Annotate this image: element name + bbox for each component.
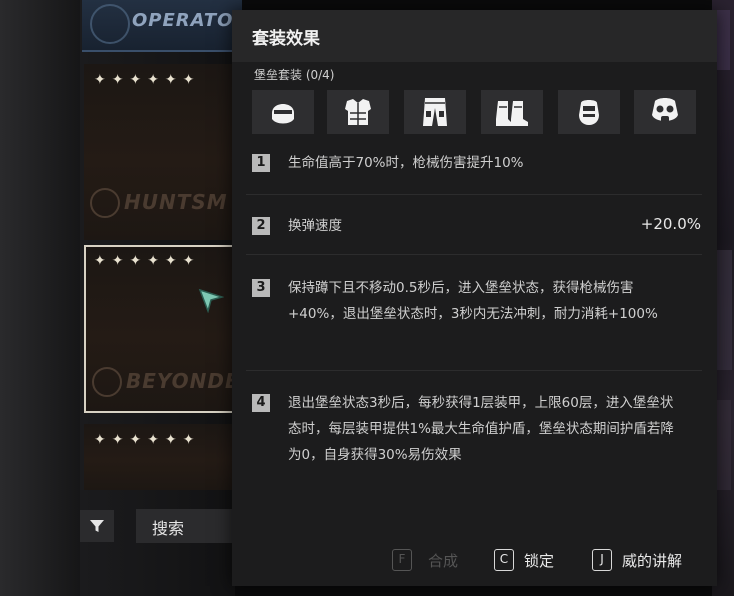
- piece-glove[interactable]: [558, 90, 620, 134]
- piece-helmet[interactable]: [252, 90, 314, 134]
- key-hint-c: C: [494, 549, 514, 571]
- key-hint-j: J: [592, 549, 612, 571]
- piece-gas-mask[interactable]: [634, 90, 696, 134]
- helmet-icon: [272, 104, 294, 124]
- card-watermark-icon: [92, 367, 122, 397]
- card-watermark-text: HUNTSM: [124, 190, 228, 214]
- search-input[interactable]: 搜索: [136, 509, 236, 543]
- operator-card-3[interactable]: ✦✦✦✦✦✦: [84, 424, 236, 490]
- piece-armor-vest[interactable]: [327, 90, 389, 134]
- set-effect-panel: 套装效果 堡垒套装 (0/4) 1 生命值高于70%时，枪械伤害提升10% 2 …: [232, 10, 717, 586]
- glove-icon: [579, 100, 599, 125]
- card-watermark-text: BEYONDE: [126, 369, 236, 393]
- card-watermark-icon: [90, 188, 120, 218]
- effect-number-3: 3: [252, 279, 270, 297]
- effect-text-3: 保持蹲下且不移动0.5秒后，进入堡垒状态，获得枪械伤害+40%，退出堡垒状态时，…: [288, 280, 658, 322]
- piece-boots[interactable]: [481, 90, 543, 134]
- card-rank-stars: ✦✦✦✦✦✦: [94, 432, 201, 448]
- operator-banner: OPERATO: [82, 0, 242, 52]
- craft-button[interactable]: 合成: [428, 550, 458, 571]
- effect-text-4: 退出堡垒状态3秒后，每秒获得1层装甲，上限60层，进入堡垒状态时，每层装甲提供1…: [288, 395, 674, 463]
- effect-text-1: 生命值高于70%时，枪械伤害提升10%: [288, 155, 524, 171]
- mouse-cursor-icon: [198, 288, 224, 313]
- boots-icon: [496, 101, 528, 126]
- effect-value-2: +20.0%: [640, 215, 701, 233]
- gas-mask-icon: [652, 98, 678, 123]
- filter-icon: [90, 520, 104, 532]
- effect-number-1: 1: [252, 154, 270, 172]
- operator-card-1[interactable]: ✦✦✦✦✦✦ HUNTSM: [84, 64, 236, 240]
- effect-number-4: 4: [252, 394, 270, 412]
- lock-button[interactable]: 锁定: [524, 550, 554, 571]
- pants-icon: [423, 98, 447, 126]
- piece-pants[interactable]: [404, 90, 466, 134]
- explanation-button[interactable]: 威的讲解: [622, 550, 682, 571]
- key-hint-f: F: [392, 549, 412, 571]
- filter-button[interactable]: [80, 510, 114, 542]
- operator-logo-icon: [90, 4, 130, 44]
- divider: [246, 194, 702, 195]
- effect-number-2: 2: [252, 217, 270, 235]
- background-edge: [0, 0, 80, 596]
- card-rank-stars: ✦✦✦✦✦✦: [94, 72, 201, 88]
- operator-banner-text: OPERATO: [132, 10, 234, 31]
- panel-title: 套装效果: [252, 29, 320, 49]
- armor-vest-icon: [345, 99, 371, 125]
- effect-text-2: 换弹速度: [288, 218, 342, 234]
- card-rank-stars: ✦✦✦✦✦✦: [94, 253, 201, 269]
- panel-header: 套装效果: [232, 10, 717, 62]
- divider: [246, 370, 702, 371]
- divider: [246, 254, 702, 255]
- action-bar: F 合成 C 锁定 J 威的讲解: [232, 535, 717, 585]
- set-name: 堡垒套装 (0/4): [254, 68, 335, 82]
- operator-card-2-selected[interactable]: ✦✦✦✦✦✦ BEYONDE: [84, 245, 236, 413]
